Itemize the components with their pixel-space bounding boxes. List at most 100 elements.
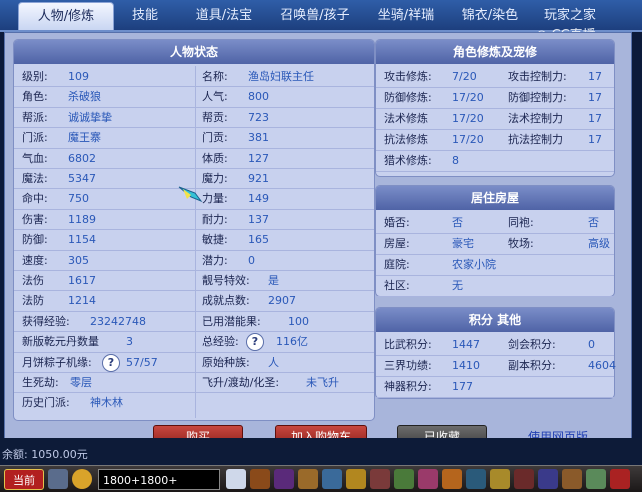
status-value: 57/57 [126, 355, 158, 369]
status-label: 力量: [202, 192, 228, 206]
row-divider [376, 296, 614, 297]
status-value: 1154 [68, 233, 96, 247]
ranking-icon[interactable] [490, 469, 510, 489]
tab-items[interactable]: 道具/法宝 [186, 2, 262, 30]
status-value: 是 [268, 274, 279, 287]
status-label: 新版乾元丹数量 [22, 335, 99, 349]
field-value: 17 [588, 91, 602, 104]
status-value: 23242748 [90, 314, 146, 328]
mail-icon[interactable] [226, 469, 246, 489]
tab-mounts[interactable]: 坐骑/祥瑞 [366, 2, 446, 30]
status-label: 防御: [22, 233, 48, 247]
status-label: 获得经验: [22, 314, 70, 328]
field-value: 8 [452, 154, 459, 167]
field-value: 17 [588, 70, 602, 83]
tab-character[interactable]: 人物/修炼 [18, 2, 114, 30]
field-label: 猎术修炼: [384, 154, 432, 167]
status-label: 魔力: [202, 172, 228, 185]
pet-icon[interactable] [298, 469, 318, 489]
team-icon[interactable] [274, 469, 294, 489]
status-value: 723 [248, 110, 269, 124]
activity-icon[interactable] [442, 469, 462, 489]
status-label: 角色: [22, 90, 48, 104]
help-icon[interactable]: ? [246, 333, 264, 352]
field-label: 法术修炼 [384, 112, 428, 125]
field-label: 法术控制力 [508, 112, 563, 125]
status-label: 总经验: [202, 335, 239, 349]
status-row-left: 速度: 305 [14, 251, 194, 271]
emoji-icon[interactable] [72, 469, 92, 489]
status-row-left: 获得经验: 23242748 [14, 312, 194, 332]
status-value: 137 [248, 212, 269, 226]
status-row-left: 角色: 杀破狼 [14, 87, 194, 107]
status-value: 渔岛妇联主任 [248, 70, 314, 83]
status-row-right: 力量: 149 [196, 189, 376, 209]
status-row-left: 历史门派: 神木林 [14, 393, 194, 413]
help-icon[interactable] [538, 469, 558, 489]
status-value: 750 [68, 192, 89, 206]
house-panel: 居住房屋 婚否: 否 同袍: 否房屋: 豪宅 牧场: 高级 庭院: 农家小院 社区: 无 [375, 185, 615, 297]
status-row-left: 法防 1214 [14, 291, 194, 311]
status-label: 耐力: [202, 212, 228, 226]
tab-skills[interactable]: 技能 [118, 2, 172, 30]
field-value: 1447 [452, 338, 480, 351]
status-row-right: 魔力: 921 [196, 169, 376, 189]
status-value: 305 [68, 253, 89, 267]
status-row-right: 帮贡: 723 [196, 108, 376, 128]
field-label: 社区: [384, 279, 410, 292]
background-page-fragment: 余额: 1050.00元 [0, 438, 642, 464]
status-label: 成就点数: [202, 294, 250, 308]
status-value: 魔王寨 [68, 131, 101, 145]
points-panel: 积分 其他 比武积分: 1447 剑会积分: 0 三界功绩: 1410 副本积分: 4604 神… [375, 307, 616, 399]
bag-icon[interactable] [250, 469, 270, 489]
status-row-right: 飞升/渡劫/化圣: 未飞升 [196, 373, 376, 393]
cultivation-panel-title: 角色修炼及宠修 [376, 40, 614, 64]
status-label: 月饼粽子机缘: [22, 355, 92, 369]
field-label: 防御控制力: [508, 91, 567, 104]
microphone-icon[interactable] [48, 469, 68, 489]
status-label: 伤害: [22, 212, 48, 226]
status-value: 381 [248, 131, 269, 145]
status-value: 诚诚挚挚 [68, 110, 112, 124]
status-row-left: 法伤 1617 [14, 271, 194, 291]
guild-icon[interactable] [394, 469, 414, 489]
row-divider [376, 171, 614, 172]
status-row-right: 靓号特效: 是 [196, 271, 376, 291]
status-row-right: 门贡: 381 [196, 128, 376, 148]
status-row-right: 体质: 127 [196, 149, 376, 169]
gift-icon[interactable] [586, 469, 606, 489]
quest-icon[interactable] [346, 469, 366, 489]
cultivation-panel: 角色修炼及宠修 攻击修炼: 7/20 攻击控制力: 17 防御修炼: 17/20 防御控制力… [375, 39, 615, 177]
status-label: 门派: [22, 131, 48, 145]
shop-icon[interactable] [418, 469, 438, 489]
exit-icon[interactable] [610, 469, 630, 489]
help-icon[interactable]: ? [102, 353, 120, 372]
status-label: 人气: [202, 90, 228, 104]
field-value: 7/20 [452, 70, 477, 83]
tab-summons[interactable]: 召唤兽/孩子 [272, 2, 358, 30]
status-value: 165 [248, 233, 269, 247]
house_panel-row: 婚否: 否 同袍: 否 [376, 213, 616, 233]
field-value: 无 [452, 279, 463, 292]
status-value: 人 [268, 355, 279, 369]
tab-outfits[interactable]: 锦衣/染色 [452, 2, 528, 30]
status-panel: 人物状态 级别: 109 角色: 杀破狼 帮派: 诚诚挚挚 门派: 魔王寨 气血: 6802 魔法:… [13, 39, 375, 421]
status-label: 历史门派: [22, 396, 70, 410]
skill-icon[interactable] [322, 469, 342, 489]
chat-input-field[interactable]: 1800+1800+ [98, 469, 220, 490]
cultivation_panel-row: 猎术修炼: 8 [376, 151, 616, 171]
friends-icon[interactable] [370, 469, 390, 489]
field-label: 房屋: [384, 237, 410, 250]
map-icon[interactable] [466, 469, 486, 489]
system-icon[interactable] [514, 469, 534, 489]
current-channel-button[interactable]: 当前 [4, 469, 44, 490]
status-label: 已用潜能果: [202, 314, 261, 328]
status-row-right: 总经验:? 116亿 [196, 332, 376, 352]
field-value: 否 [588, 216, 599, 229]
field-label: 同袍: [508, 216, 534, 229]
status-row-left: 帮派: 诚诚挚挚 [14, 108, 194, 128]
status-value: 未飞升 [306, 376, 339, 389]
settings-icon[interactable] [562, 469, 582, 489]
status-label: 速度: [22, 253, 48, 267]
house_panel-row: 社区: 无 [376, 276, 616, 296]
